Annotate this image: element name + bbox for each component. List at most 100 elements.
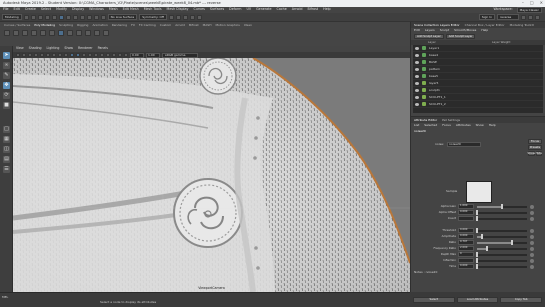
attribute-value-field[interactable]: 0.000 bbox=[458, 210, 474, 215]
layer-row[interactable]: SCULPT1_1 bbox=[413, 94, 543, 101]
symmetry-dropdown[interactable]: Symmetry: Off bbox=[139, 14, 167, 20]
camera-attributes-icon[interactable] bbox=[22, 53, 26, 57]
undo-icon[interactable] bbox=[44, 14, 50, 20]
layer-row[interactable]: SCULPT1_2 bbox=[413, 101, 543, 108]
attribute-value-field[interactable]: 2.000 bbox=[458, 246, 474, 251]
ae-menu-show[interactable]: Show bbox=[476, 124, 484, 127]
xray-joints-icon[interactable] bbox=[124, 53, 128, 57]
viewport-menu-lighting[interactable]: Lighting bbox=[47, 47, 60, 50]
attribute-slider[interactable] bbox=[477, 204, 527, 209]
shelf-tab-curves-surfaces[interactable]: Curves / Surfaces bbox=[4, 24, 30, 27]
map-texture-icon[interactable] bbox=[530, 234, 534, 239]
panel-tab-0[interactable]: Scene Collection Layers Editor bbox=[414, 23, 460, 27]
ipr-render-icon[interactable] bbox=[175, 14, 181, 20]
layer-row[interactable]: base5 bbox=[413, 73, 543, 80]
shelf-tab-mash[interactable]: MASH bbox=[203, 24, 212, 27]
bevel-icon[interactable] bbox=[94, 30, 100, 36]
quick-search-input[interactable]: reverse bbox=[497, 14, 519, 20]
menu-mesh-tools[interactable]: Mesh Tools bbox=[144, 8, 162, 12]
exposure-input[interactable]: 0.00 bbox=[130, 52, 144, 58]
menu-curves[interactable]: Curves bbox=[193, 8, 204, 12]
field-chart-icon[interactable] bbox=[64, 53, 68, 57]
menu-bifrost[interactable]: Bifrost bbox=[307, 8, 318, 12]
panel-tab-2[interactable]: Modeling Toolkit bbox=[510, 23, 534, 27]
menu-generate[interactable]: Generate bbox=[256, 8, 271, 12]
textured-icon[interactable] bbox=[88, 53, 92, 57]
attribute-value-field[interactable]: 0.707 bbox=[458, 240, 474, 245]
combine-icon[interactable] bbox=[58, 30, 64, 36]
menu-mesh[interactable]: Mesh bbox=[109, 8, 118, 12]
visibility-icon[interactable] bbox=[415, 81, 419, 85]
film-gate-icon[interactable] bbox=[46, 53, 50, 57]
live-surface-dropdown[interactable]: No Live Surface bbox=[107, 14, 138, 20]
persp-outliner-layout-icon[interactable]: ◫ bbox=[3, 146, 10, 153]
menu-modify[interactable]: Modify bbox=[56, 8, 67, 12]
layer-menu-layers[interactable]: Layers bbox=[425, 29, 435, 32]
scale-tool-icon[interactable]: ■ bbox=[3, 102, 10, 109]
snap-grid-icon[interactable] bbox=[79, 14, 85, 20]
map-texture-icon[interactable] bbox=[530, 240, 534, 245]
layer-row[interactable]: pattern bbox=[413, 66, 543, 73]
save-scene-icon[interactable] bbox=[37, 14, 43, 20]
paint-select-tool-icon[interactable]: ✎ bbox=[3, 72, 10, 79]
visibility-icon[interactable] bbox=[415, 88, 419, 92]
layer-name[interactable]: SCULPT1_1 bbox=[429, 95, 446, 99]
map-texture-icon[interactable] bbox=[530, 216, 534, 221]
select-component-icon[interactable] bbox=[72, 14, 78, 20]
add-sculpt-layer-button-2[interactable]: Add Sculpt Layer bbox=[445, 34, 476, 39]
shelf-tab-motion-graphics[interactable]: Motion Graphics bbox=[215, 24, 239, 27]
slider-handle[interactable] bbox=[501, 204, 503, 209]
smooth-shade-icon[interactable] bbox=[76, 53, 80, 57]
colorspace-dropdown[interactable]: sRGB gamma bbox=[162, 52, 198, 58]
focus-button[interactable]: Focus bbox=[528, 139, 542, 144]
sign-in-button[interactable]: Sign In bbox=[478, 14, 495, 20]
attribute-slider[interactable] bbox=[476, 210, 527, 215]
ae-tab-0[interactable]: Attribute Editor bbox=[414, 118, 437, 122]
attribute-slider[interactable] bbox=[476, 216, 527, 221]
add-sculpt-layer-button[interactable]: Add Sculpt Layer bbox=[414, 34, 444, 39]
presets-button[interactable]: Presets bbox=[528, 145, 542, 150]
menu-arnold[interactable]: Arnold bbox=[292, 8, 303, 12]
load-attributes-button[interactable]: Load Attributes bbox=[456, 296, 499, 303]
attribute-slider[interactable] bbox=[476, 264, 527, 269]
layer-name[interactable]: sculpt1 bbox=[429, 88, 440, 92]
menu-windows[interactable]: Windows bbox=[89, 8, 104, 12]
snap-curve-icon[interactable] bbox=[86, 14, 92, 20]
menu-display[interactable]: Display bbox=[72, 8, 84, 12]
visibility-icon[interactable] bbox=[415, 60, 419, 64]
menu-cache[interactable]: Cache bbox=[277, 8, 287, 12]
ae-menu-attributes[interactable]: Attributes bbox=[456, 124, 471, 127]
shelf-tab-rendering[interactable]: Rendering bbox=[112, 24, 127, 27]
map-texture-icon[interactable] bbox=[530, 252, 534, 257]
outliner-layout-icon[interactable]: ☰ bbox=[3, 166, 10, 173]
visibility-icon[interactable] bbox=[415, 102, 419, 106]
panel-tab-1[interactable]: Channel Box / Layer Editor bbox=[465, 23, 505, 27]
attribute-slider[interactable] bbox=[477, 246, 527, 251]
layer-menu-edit[interactable]: Edit bbox=[414, 29, 420, 32]
command-line-label[interactable]: MEL bbox=[2, 295, 22, 300]
menu-surfaces[interactable]: Surfaces bbox=[210, 8, 224, 12]
attribute-slider[interactable] bbox=[477, 234, 527, 239]
layer-name[interactable]: Layer1 bbox=[429, 46, 439, 50]
select-object-icon[interactable] bbox=[65, 14, 71, 20]
map-texture-icon[interactable] bbox=[530, 264, 534, 269]
slider-handle[interactable] bbox=[476, 216, 478, 221]
close-icon[interactable]: ✕ bbox=[540, 1, 543, 5]
attribute-value-field[interactable]: 0.000 bbox=[458, 264, 474, 269]
layer-row[interactable]: sculpt1 bbox=[413, 87, 543, 94]
node-tab-noise[interactable]: noise20 bbox=[414, 129, 426, 133]
layer-name[interactable]: base5 bbox=[429, 74, 438, 78]
viewport-3d[interactable]: ViewportCamera bbox=[13, 58, 410, 292]
lasso-tool-icon[interactable]: ∞ bbox=[3, 62, 10, 69]
shelf-tab-rigging[interactable]: Rigging bbox=[77, 24, 88, 27]
gate-mask-icon[interactable] bbox=[58, 53, 62, 57]
hide-button[interactable]: Hide bbox=[535, 151, 542, 156]
toggle-attribute-editor-icon[interactable] bbox=[521, 14, 526, 20]
attribute-value-field[interactable]: 0.000 bbox=[458, 234, 474, 239]
graph-layout-icon[interactable]: ▤ bbox=[3, 156, 10, 163]
layer-name[interactable]: BASE bbox=[429, 60, 437, 64]
layer-row[interactable]: Layer1 bbox=[413, 45, 543, 52]
gamma-input[interactable]: 1.00 bbox=[146, 52, 160, 58]
attribute-slider[interactable] bbox=[476, 252, 527, 257]
shelf-tab-poly-modeling[interactable]: Poly Modeling bbox=[34, 24, 55, 27]
